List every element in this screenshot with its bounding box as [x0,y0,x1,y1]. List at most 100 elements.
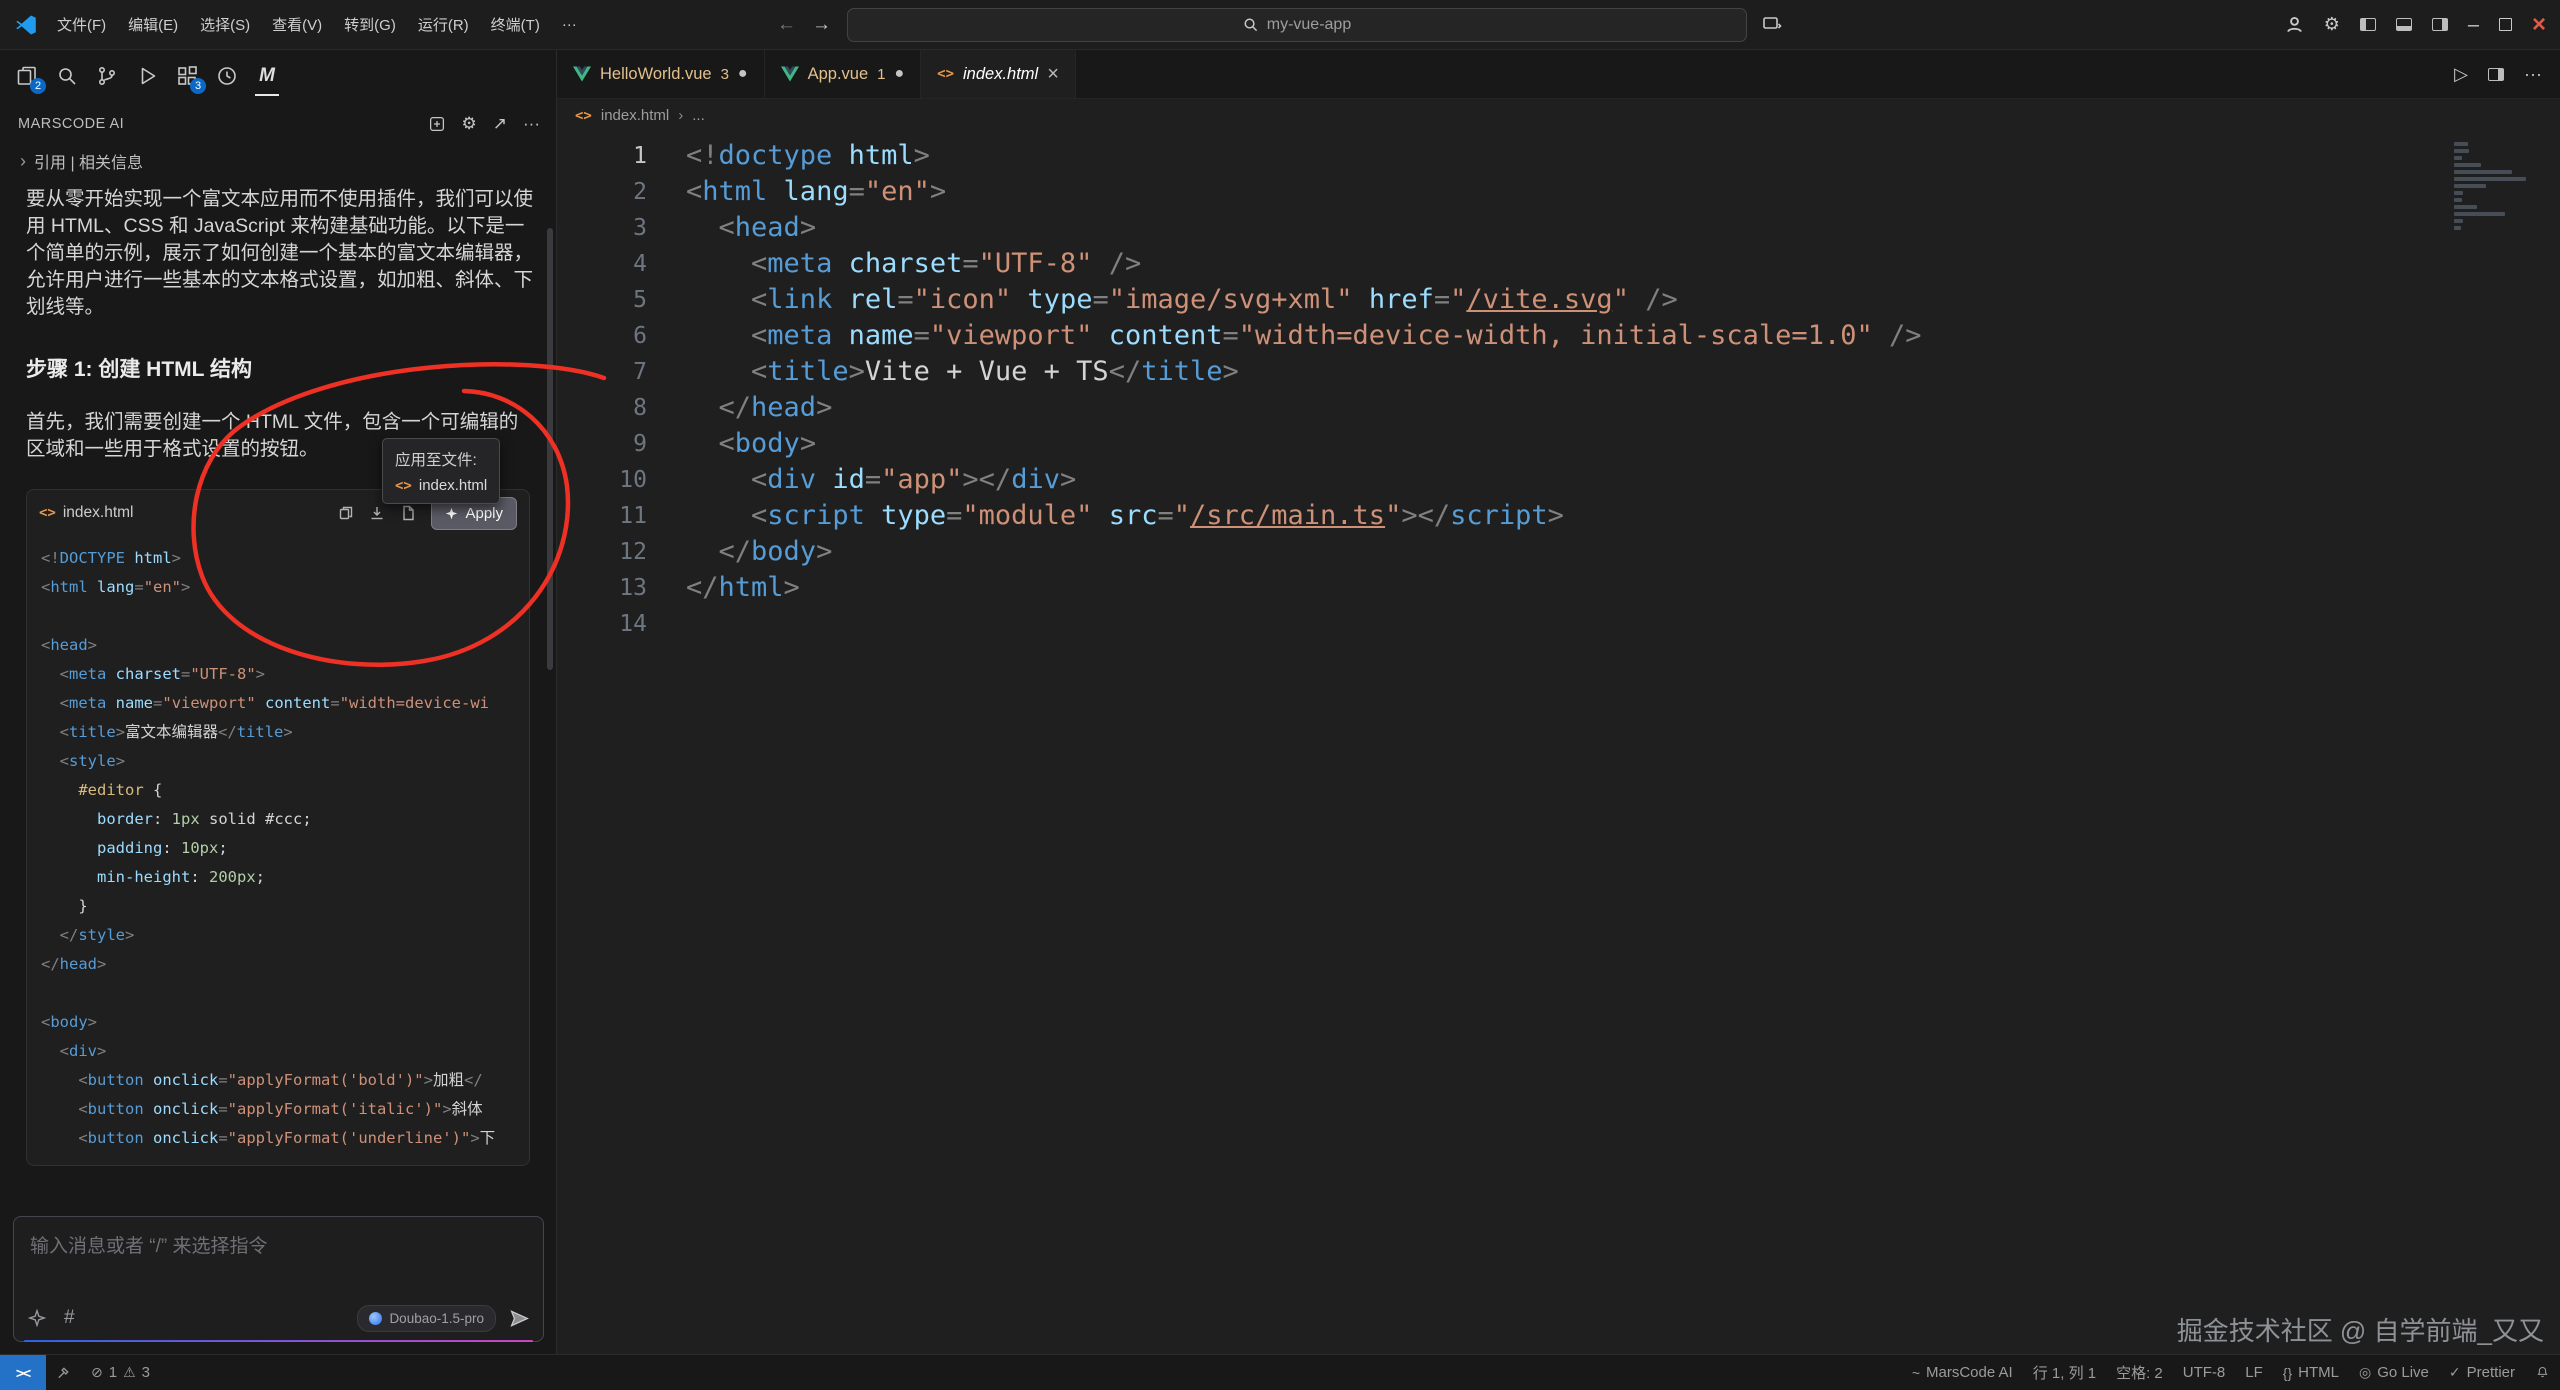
references-row[interactable]: › 引用 | 相关信息 [0,146,556,176]
new-file-icon[interactable] [400,505,416,521]
panel-title: MARSCODE AI [18,116,124,132]
problems-indicator[interactable]: ⊘ 1 ⚠ 3 [81,1355,160,1390]
code-line: </html> [686,570,1922,606]
html-file-icon: <> [39,505,56,521]
indentation[interactable]: 空格: 2 [2106,1362,2173,1383]
window-maximize-button[interactable] [2499,18,2512,31]
marscode-icon[interactable]: M [254,63,280,89]
menu-item[interactable]: 转到(G) [333,14,407,35]
code-line: </body> [686,534,1922,570]
split-editor-icon[interactable] [2488,68,2504,81]
code-line: <meta name="viewport" content="width=dev… [41,689,515,718]
run-file-icon[interactable]: ▷ [2454,64,2468,85]
minimap-line [2454,149,2469,153]
new-chat-icon[interactable] [428,115,446,133]
code-card: <> index.html [26,489,530,1166]
insert-code-icon[interactable] [369,505,385,521]
language-mode[interactable]: {}HTML [2273,1364,2349,1381]
panel-settings-icon[interactable]: ⚙ [462,114,477,134]
chat-input[interactable]: 输入消息或者 “/” 来选择指令 # Doubao-1.5-pro [13,1216,544,1342]
editor-area: HelloWorld.vue 3 ● App.vue 1 ● <> index.… [557,50,2560,1354]
minimap-line [2454,191,2463,195]
run-debug-icon[interactable] [134,63,160,89]
references-label: 引用 | 相关信息 [34,149,143,173]
line-number: 1 [557,138,647,174]
vscode-logo-icon [14,13,38,37]
code-line: <meta charset="UTF-8" /> [686,246,1922,282]
remote-indicator[interactable]: >< [0,1355,46,1390]
toggle-sidebar-icon[interactable] [2360,18,2376,31]
tools-icon[interactable] [46,1355,81,1390]
sidebar-scrollbar[interactable] [547,228,553,670]
history-clock-icon[interactable] [214,63,240,89]
code-line: <body> [41,1008,515,1037]
line-number: 3 [557,210,647,246]
code-line: min-height: 200px; [41,863,515,892]
context-hash-icon[interactable]: # [64,1307,75,1329]
search-view-icon[interactable] [54,63,80,89]
line-number: 10 [557,462,647,498]
code-line [41,979,515,1008]
menu-item[interactable]: ··· [551,16,588,33]
eol-sequence[interactable]: LF [2235,1364,2273,1381]
go-live[interactable]: ◎Go Live [2349,1364,2439,1381]
notifications-bell-icon[interactable] [2525,1365,2560,1380]
remote-window-icon[interactable] [1763,17,1783,33]
command-center-search[interactable]: my-vue-app [847,8,1747,42]
window-close-button[interactable]: × [2532,15,2546,35]
menu-item[interactable]: 终端(T) [480,14,551,35]
account-icon[interactable] [2285,15,2304,34]
copy-code-icon[interactable] [338,505,354,521]
menu-item[interactable]: 运行(R) [407,14,480,35]
menu-item[interactable]: 文件(F) [46,14,117,35]
sidebar: 2 3 M MARSCODE AI [0,50,557,1354]
code-line: <title>Vite + Vue + TS</title> [686,354,1922,390]
extensions-icon[interactable]: 3 [174,63,200,89]
modified-dot-icon[interactable]: ● [738,65,748,83]
breadcrumb[interactable]: <> index.html › ... [557,99,2560,132]
minimap-line [2454,212,2505,216]
modified-dot-icon[interactable]: ● [894,65,904,83]
menu-item[interactable]: 查看(V) [261,14,333,35]
prettier-status[interactable]: ✓Prettier [2439,1364,2525,1381]
code-card-body: <!DOCTYPE html><html lang="en"> <head> <… [27,536,529,1165]
marscode-status[interactable]: ~MarsCode AI [1902,1364,2023,1381]
menu-item[interactable]: 编辑(E) [117,14,189,35]
share-icon[interactable]: ↗ [493,114,507,134]
html-file-icon: <> [575,108,592,124]
nav-forward-icon[interactable]: → [812,14,831,36]
step-heading: 步骤 1: 创建 HTML 结构 [26,353,544,383]
minimap[interactable] [2454,142,2534,237]
toggle-panel-icon[interactable] [2396,18,2412,31]
watermark-text: 掘金技术社区 @ 自学前端_又又 [2177,1311,2544,1348]
html-file-icon: <> [395,478,412,494]
cursor-position[interactable]: 行 1, 列 1 [2023,1362,2106,1383]
code-editor[interactable]: 1234567891011121314 <!doctype html><html… [557,132,2560,1354]
error-icon: ⊘ [91,1364,103,1381]
line-number-gutter: 1234567891011121314 [557,138,647,1354]
code-line: <head> [686,210,1922,246]
panel-more-icon[interactable]: ··· [523,114,540,134]
send-icon[interactable] [510,1309,529,1328]
code-line: } [41,892,515,921]
tab-index-html[interactable]: <> index.html × [921,50,1076,98]
tab-helloworld-vue[interactable]: HelloWorld.vue 3 ● [557,50,765,98]
source-control-icon[interactable] [94,63,120,89]
code-line [41,602,515,631]
skills-sparkle-icon[interactable] [28,1309,46,1327]
menu-item[interactable]: 选择(S) [189,14,261,35]
explorer-icon[interactable]: 2 [14,63,40,89]
settings-gear-icon[interactable]: ⚙ [2324,14,2340,35]
toggle-secondary-sidebar-icon[interactable] [2432,18,2448,31]
model-selector[interactable]: Doubao-1.5-pro [357,1305,496,1332]
code-line: </head> [686,390,1922,426]
tab-close-icon[interactable]: × [1047,63,1059,86]
code-line: </style> [41,921,515,950]
encoding[interactable]: UTF-8 [2173,1364,2236,1381]
tab-app-vue[interactable]: App.vue 1 ● [765,50,922,98]
tab-bar: HelloWorld.vue 3 ● App.vue 1 ● <> index.… [557,50,2560,99]
minimap-line [2454,177,2526,181]
window-minimize-button[interactable]: – [2468,20,2479,30]
nav-back-icon[interactable]: ← [777,14,796,36]
editor-more-icon[interactable]: ··· [2524,64,2542,85]
